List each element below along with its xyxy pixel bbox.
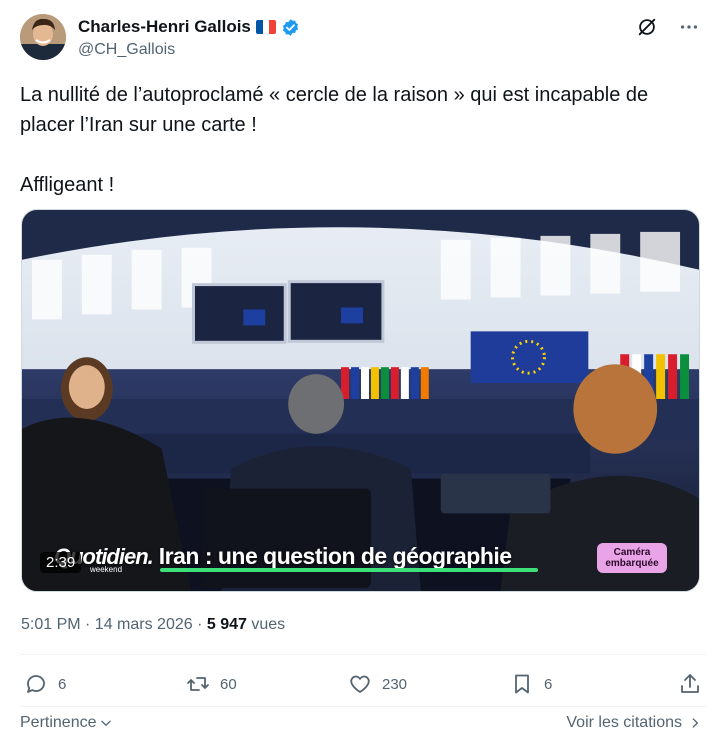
top-icons bbox=[636, 16, 700, 38]
bookmark-button[interactable]: 6 bbox=[510, 672, 552, 696]
reply-icon bbox=[27, 675, 45, 693]
reply-button[interactable]: 6 bbox=[24, 672, 66, 696]
more-options-icon[interactable] bbox=[678, 16, 700, 38]
repost-button[interactable]: 60 bbox=[186, 672, 237, 696]
video-caption-banner: Quotidien. Iran : une question de géogra… bbox=[54, 543, 512, 570]
like-button[interactable]: 230 bbox=[348, 672, 407, 696]
views-count: 5 947 bbox=[206, 616, 247, 633]
repost-icon bbox=[187, 677, 209, 691]
quotes-label: Voir les citations bbox=[566, 714, 682, 731]
grok-icon[interactable] bbox=[636, 16, 658, 38]
chevron-down-icon bbox=[100, 720, 111, 726]
bookmark-icon bbox=[515, 674, 529, 694]
video-player[interactable] bbox=[21, 209, 700, 592]
verified-badge-icon[interactable] bbox=[281, 18, 300, 37]
tweet-text: La nullité de l’autoproclamé « cercle de… bbox=[20, 84, 649, 196]
camera-badge: Caméra embarquée bbox=[597, 543, 667, 573]
sort-label: Pertinence bbox=[20, 714, 97, 731]
sort-dropdown[interactable]: Pertinence bbox=[20, 714, 113, 732]
name-row: Charles-Henri Gallois bbox=[78, 17, 300, 37]
repost-count: 60 bbox=[220, 675, 237, 693]
france-flag-icon bbox=[255, 20, 276, 34]
tweet-header: Charles-Henri Gallois @CH_Gallois bbox=[20, 12, 706, 64]
author-handle[interactable]: @CH_Gallois bbox=[78, 41, 175, 59]
like-count: 230 bbox=[382, 675, 408, 693]
divider bbox=[20, 654, 706, 655]
video-thumbnail bbox=[22, 210, 699, 591]
views-label: vues bbox=[246, 616, 286, 633]
avatar[interactable] bbox=[20, 14, 66, 60]
action-bar: 6 60 230 6 bbox=[20, 672, 702, 704]
share-button[interactable] bbox=[678, 672, 702, 696]
share-icon bbox=[681, 674, 699, 693]
heart-icon bbox=[350, 675, 370, 693]
caption-underline bbox=[160, 568, 538, 572]
video-caption: Iran : une question de géographie bbox=[158, 543, 512, 569]
display-name[interactable]: Charles-Henri Gallois bbox=[78, 17, 251, 37]
divider bbox=[20, 706, 706, 707]
timestamp[interactable]: 5:01 PM · 14 mars 2026 · bbox=[21, 616, 207, 633]
bookmark-count: 6 bbox=[544, 675, 553, 693]
chevron-right-icon bbox=[692, 718, 698, 728]
tweet-meta: 5:01 PM · 14 mars 2026 · 5 947 vues bbox=[21, 616, 285, 634]
video-duration: 2:39 bbox=[40, 552, 82, 573]
reply-count: 6 bbox=[58, 675, 67, 693]
view-quotes-link[interactable]: Voir les citations bbox=[566, 714, 702, 732]
